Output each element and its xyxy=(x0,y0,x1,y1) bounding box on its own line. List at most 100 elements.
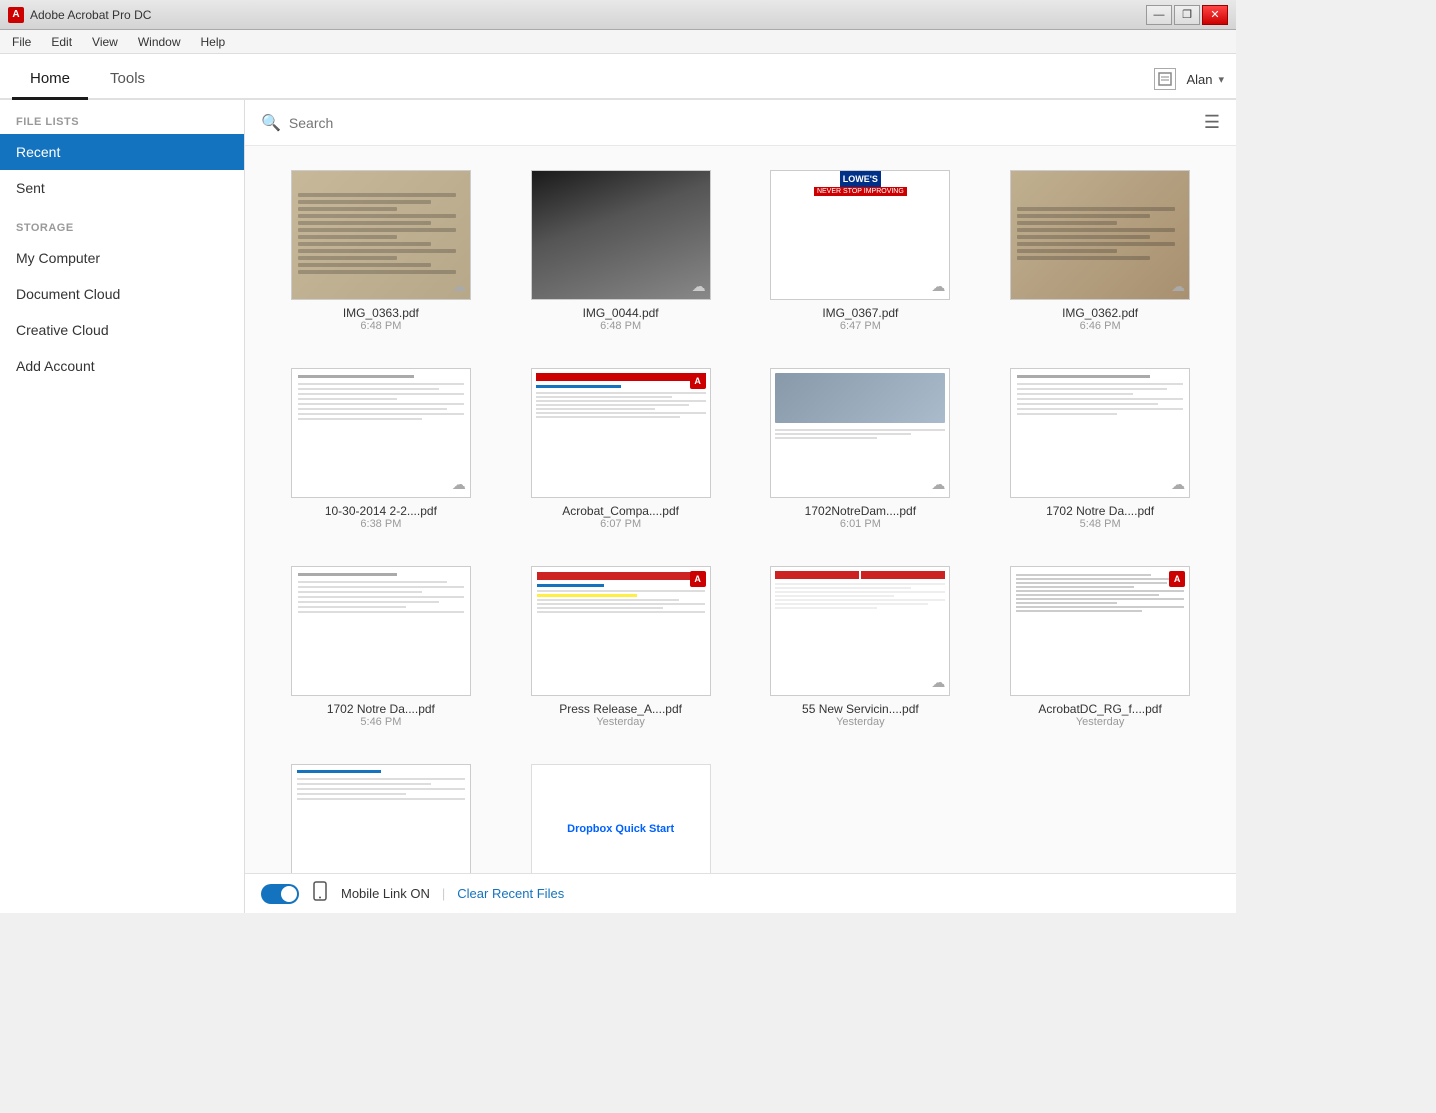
cloud-icon-3: ☁ xyxy=(1171,278,1185,295)
menu-edit[interactable]: Edit xyxy=(43,33,80,51)
search-icon: 🔍 xyxy=(261,113,281,133)
file-time-5: 6:07 PM xyxy=(600,518,641,530)
file-name-4: 10-30-2014 2-2....pdf xyxy=(325,504,437,518)
sidebar-item-document-cloud[interactable]: Document Cloud xyxy=(0,276,244,312)
file-time-9: Yesterday xyxy=(596,716,645,728)
adobe-badge-11: A xyxy=(1169,571,1185,587)
main-container: FILE LISTS Recent Sent STORAGE My Comput… xyxy=(0,100,1236,913)
sidebar-item-my-computer[interactable]: My Computer xyxy=(0,240,244,276)
tab-tools[interactable]: Tools xyxy=(92,60,163,100)
file-name-1: IMG_0044.pdf xyxy=(583,306,659,320)
menu-file[interactable]: File xyxy=(4,33,39,51)
file-time-10: Yesterday xyxy=(836,716,885,728)
file-card-0[interactable]: ☁ IMG_0363.pdf 6:48 PM xyxy=(269,162,493,340)
file-thumb-11: A xyxy=(1010,566,1190,696)
cloud-icon-7: ☁ xyxy=(1171,476,1185,493)
cloud-icon-6: ☁ xyxy=(931,476,945,493)
mobile-link-label: Mobile Link ON xyxy=(341,886,430,901)
file-card-10[interactable]: ☁ 55 New Servicin....pdf Yesterday xyxy=(749,558,973,736)
clear-recent-files-link[interactable]: Clear Recent Files xyxy=(457,886,564,901)
file-thumb-9: A xyxy=(531,566,711,696)
file-time-0: 6:48 PM xyxy=(360,320,401,332)
file-lists-label: FILE LISTS xyxy=(0,116,244,134)
file-time-11: Yesterday xyxy=(1076,716,1125,728)
file-time-1: 6:48 PM xyxy=(600,320,641,332)
file-thumb-5: A xyxy=(531,368,711,498)
mobile-link-toggle[interactable] xyxy=(261,884,299,904)
file-name-3: IMG_0362.pdf xyxy=(1062,306,1138,320)
file-card-3[interactable]: ☁ IMG_0362.pdf 6:46 PM xyxy=(988,162,1212,340)
file-card-6[interactable]: ☁ 1702NotreDam....pdf 6:01 PM xyxy=(749,360,973,538)
file-card-7[interactable]: ☁ 1702 Notre Da....pdf 5:48 PM xyxy=(988,360,1212,538)
content-area: 🔍 ☰ xyxy=(245,100,1236,913)
file-card-13[interactable]: Dropbox Quick Start xyxy=(509,756,733,873)
adobe-badge-5: A xyxy=(690,373,706,389)
file-card-12[interactable] xyxy=(269,756,493,873)
file-thumb-12 xyxy=(291,764,471,873)
file-card-8[interactable]: 1702 Notre Da....pdf 5:46 PM xyxy=(269,558,493,736)
sidebar-item-recent[interactable]: Recent xyxy=(0,134,244,170)
close-button[interactable]: ✕ xyxy=(1202,5,1228,25)
title-bar-left: A Adobe Acrobat Pro DC xyxy=(8,7,151,23)
search-input[interactable] xyxy=(289,115,589,131)
file-grid: ☁ IMG_0363.pdf 6:48 PM ☁ IMG_0044.pdf 6:… xyxy=(245,146,1236,873)
sidebar-item-add-account[interactable]: Add Account xyxy=(0,348,244,384)
tab-home[interactable]: Home xyxy=(12,60,88,100)
file-card-1[interactable]: ☁ IMG_0044.pdf 6:48 PM xyxy=(509,162,733,340)
file-name-10: 55 New Servicin....pdf xyxy=(802,702,919,716)
search-wrap: 🔍 xyxy=(261,113,1204,133)
sidebar-item-creative-cloud[interactable]: Creative Cloud xyxy=(0,312,244,348)
user-area[interactable]: Alan ▾ xyxy=(1186,72,1224,87)
cloud-icon-0: ☁ xyxy=(452,278,466,295)
file-card-4[interactable]: ☁ 10-30-2014 2-2....pdf 6:38 PM xyxy=(269,360,493,538)
user-chevron: ▾ xyxy=(1218,73,1224,86)
cloud-icon-4: ☁ xyxy=(452,476,466,493)
search-bar: 🔍 ☰ xyxy=(245,100,1236,146)
bottom-bar: Mobile Link ON | Clear Recent Files xyxy=(245,873,1236,913)
cloud-icon-1: ☁ xyxy=(692,278,706,295)
file-card-5[interactable]: A Acrobat_Compa....pdf 6:07 PM xyxy=(509,360,733,538)
dropbox-label: Dropbox Quick Start xyxy=(567,823,674,835)
toggle-knob xyxy=(281,886,297,902)
file-card-11[interactable]: A AcrobatDC_RG_f....pdf Yesterday xyxy=(988,558,1212,736)
file-thumb-3: ☁ xyxy=(1010,170,1190,300)
file-thumb-8 xyxy=(291,566,471,696)
user-name: Alan xyxy=(1186,72,1212,87)
menu-bar: File Edit View Window Help xyxy=(0,30,1236,54)
separator: | xyxy=(442,886,445,901)
file-thumb-2: LOWE'S NEVER STOP IMPROVING ☁ xyxy=(770,170,950,300)
mobile-icon xyxy=(311,881,329,906)
file-time-3: 6:46 PM xyxy=(1080,320,1121,332)
tabs: Home Tools xyxy=(12,60,163,98)
title-bar: A Adobe Acrobat Pro DC — ❐ ✕ xyxy=(0,0,1236,30)
cloud-icon-2: ☁ xyxy=(931,278,945,295)
file-name-7: 1702 Notre Da....pdf xyxy=(1046,504,1154,518)
list-view-icon[interactable]: ☰ xyxy=(1204,112,1220,133)
file-name-6: 1702NotreDam....pdf xyxy=(805,504,916,518)
file-thumb-7: ☁ xyxy=(1010,368,1190,498)
file-card-2[interactable]: LOWE'S NEVER STOP IMPROVING ☁ xyxy=(749,162,973,340)
menu-help[interactable]: Help xyxy=(193,33,234,51)
file-name-0: IMG_0363.pdf xyxy=(343,306,419,320)
file-name-11: AcrobatDC_RG_f....pdf xyxy=(1038,702,1161,716)
window-controls: — ❐ ✕ xyxy=(1146,5,1228,25)
menu-window[interactable]: Window xyxy=(130,33,189,51)
app-icon: A xyxy=(8,7,24,23)
menu-view[interactable]: View xyxy=(84,33,126,51)
adobe-badge-9: A xyxy=(690,571,706,587)
file-thumb-10: ☁ xyxy=(770,566,950,696)
restore-button[interactable]: ❐ xyxy=(1174,5,1200,25)
file-card-9[interactable]: A Press Release_A....pdf Yesterday xyxy=(509,558,733,736)
tab-bar: Home Tools Alan ▾ xyxy=(0,54,1236,100)
minimize-button[interactable]: — xyxy=(1146,5,1172,25)
app-title: Adobe Acrobat Pro DC xyxy=(30,8,151,22)
file-grid-inner: ☁ IMG_0363.pdf 6:48 PM ☁ IMG_0044.pdf 6:… xyxy=(269,162,1212,873)
file-name-8: 1702 Notre Da....pdf xyxy=(327,702,435,716)
sidebar-item-sent[interactable]: Sent xyxy=(0,170,244,206)
file-name-5: Acrobat_Compa....pdf xyxy=(562,504,679,518)
user-icon xyxy=(1154,68,1176,90)
file-time-4: 6:38 PM xyxy=(360,518,401,530)
file-time-7: 5:48 PM xyxy=(1080,518,1121,530)
storage-label: STORAGE xyxy=(0,222,244,240)
file-time-6: 6:01 PM xyxy=(840,518,881,530)
